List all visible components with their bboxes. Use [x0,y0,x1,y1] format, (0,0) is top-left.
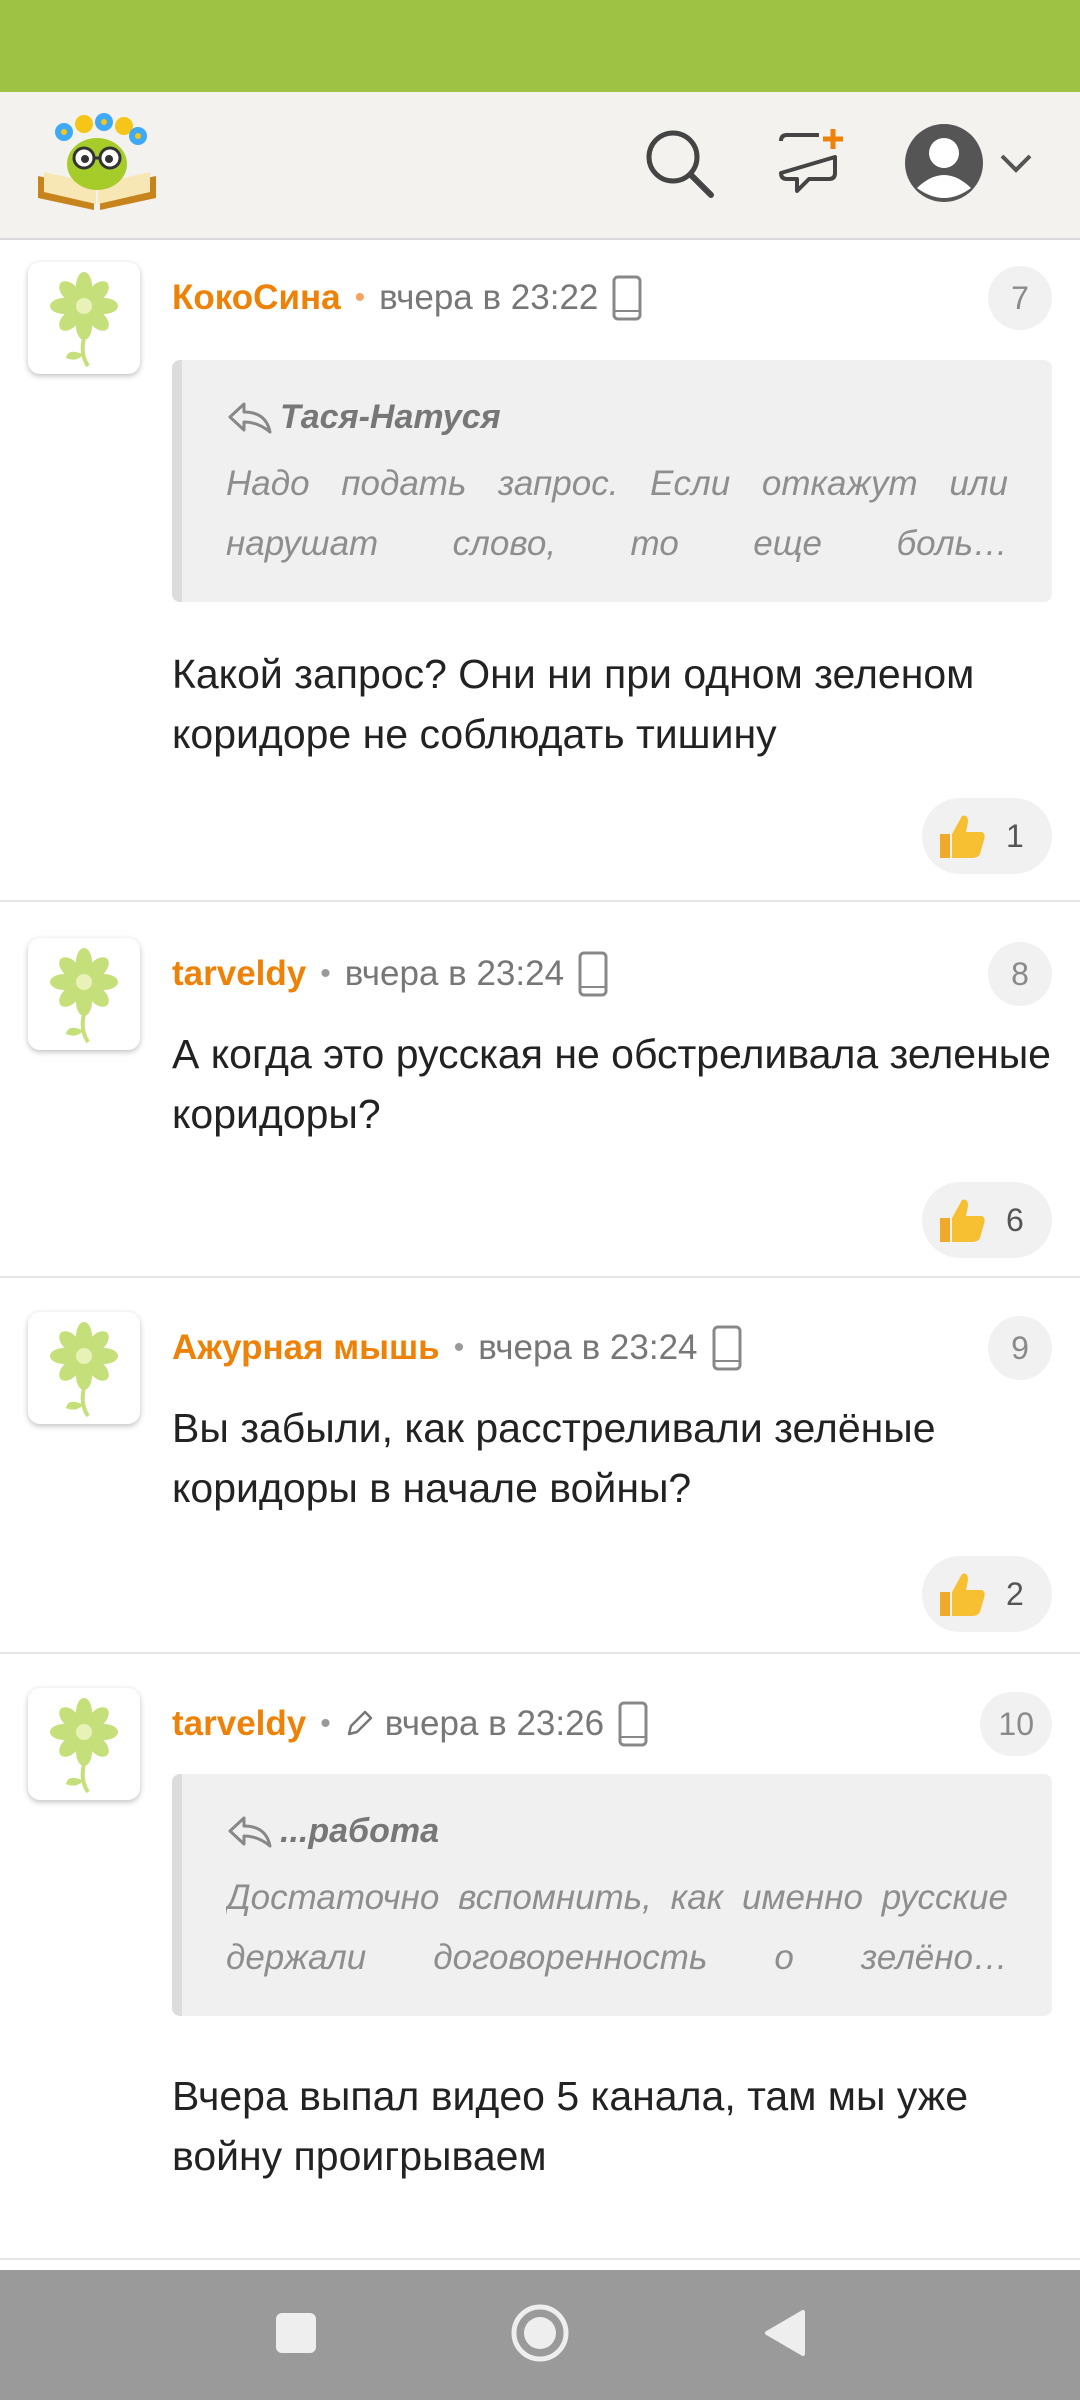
home-button[interactable] [500,2295,580,2375]
separator-dot: • [453,1331,465,1364]
comment-text: Вчера выпал видео 5 канала, там мы уже в… [172,2073,969,2179]
thumbs-up-icon [936,810,988,862]
comment-meta: tarveldy • вчера в 23:24 [172,944,608,1004]
quote-block[interactable]: ...работа Достаточно вспомнить, как имен… [172,1774,1052,2016]
avatar[interactable] [28,262,140,374]
avatar[interactable] [28,1688,140,1800]
mobile-device-icon [618,1701,648,1747]
user-avatar-icon [903,122,985,209]
chevron-down-icon [999,153,1033,178]
comments-feed: КокоСина • вчера в 23:22 7 Тася-Натуся Н… [0,240,1080,2270]
comment-meta: tarveldy • вчера в 23:26 [172,1694,648,1754]
search-icon [643,127,715,204]
comment-author[interactable]: tarveldy [172,1704,306,1744]
comment-item: КокоСина • вчера в 23:22 7 Тася-Натуся Н… [0,240,1080,902]
back-triangle-icon [761,2308,807,2363]
like-count: 1 [1006,817,1024,854]
comment-text: А когда это русская не обстреливала зеле… [172,1031,1051,1137]
square-icon [274,2311,318,2360]
comment-meta: КокоСина • вчера в 23:22 [172,268,642,328]
mobile-device-icon [578,951,608,997]
comment-author[interactable]: КокоСина [172,278,341,318]
search-button[interactable] [634,120,724,210]
quote-text: Надо подать запрос. Если откажут или нар… [226,464,1008,563]
system-navigation-bar [0,2270,1080,2400]
like-count: 6 [1006,1201,1024,1238]
new-post-button[interactable] [766,120,856,210]
comment-number[interactable]: 10 [980,1692,1052,1756]
comment-author[interactable]: tarveldy [172,954,306,994]
quote-text: Достаточно вспомнить, как именно русские… [226,1878,1008,1977]
like-button[interactable]: 6 [922,1182,1052,1258]
avatar[interactable] [28,1312,140,1424]
comment-number[interactable]: 9 [988,1316,1052,1380]
mobile-device-icon [612,275,642,321]
comment-time: вчера в 23:22 [379,278,599,317]
back-button[interactable] [744,2295,824,2375]
separator-dot: • [320,957,331,990]
profile-menu-button[interactable] [898,118,1038,212]
home-circle-icon [510,2303,570,2368]
mobile-device-icon [712,1325,742,1371]
thumbs-up-icon [936,1194,988,1246]
like-count: 2 [1006,1575,1024,1612]
app-header [0,92,1080,240]
status-bar [0,0,1080,92]
comment-text: Какой запрос? Они ни при одном зеленом к… [172,651,975,757]
comment-time: вчера в 23:24 [478,1328,698,1367]
separator-dot: • [354,281,366,314]
comment-time: вчера в 23:26 [384,1704,605,1743]
comment-item: tarveldy • вчера в 23:26 10 ...работа До… [0,1654,1080,2260]
thumbs-up-icon [936,1568,988,1620]
recent-apps-button[interactable] [256,2295,336,2375]
comment-item: Ажурная мышь • вчера в 23:24 9 Вы забыли… [0,1278,1080,1654]
like-button[interactable]: 1 [922,798,1052,874]
comment-text: Вы забыли, как расстреливали зелёные кор… [172,1405,936,1511]
separator-dot: • [320,1707,331,1740]
quote-author: ...работа [226,1810,1008,1852]
comment-meta: Ажурная мышь • вчера в 23:24 [172,1318,742,1378]
like-button[interactable]: 2 [922,1556,1052,1632]
reply-arrow-icon [226,1814,272,1848]
comment-item: tarveldy • вчера в 23:24 8 А когда это р… [0,902,1080,1278]
comment-number[interactable]: 8 [988,942,1052,1006]
book-flowers-mascot-icon[interactable] [34,106,160,222]
comment-time: вчера в 23:24 [344,954,565,993]
pencil-edit-icon [345,1710,373,1738]
comment-author[interactable]: Ажурная мышь [172,1328,440,1368]
reply-arrow-icon [226,400,272,434]
comment-number[interactable]: 7 [988,266,1052,330]
avatar[interactable] [28,938,140,1050]
quote-author: Тася-Натуся [226,396,1008,438]
quote-block[interactable]: Тася-Натуся Надо подать запрос. Если отк… [172,360,1052,602]
new-post-icon [775,127,847,204]
